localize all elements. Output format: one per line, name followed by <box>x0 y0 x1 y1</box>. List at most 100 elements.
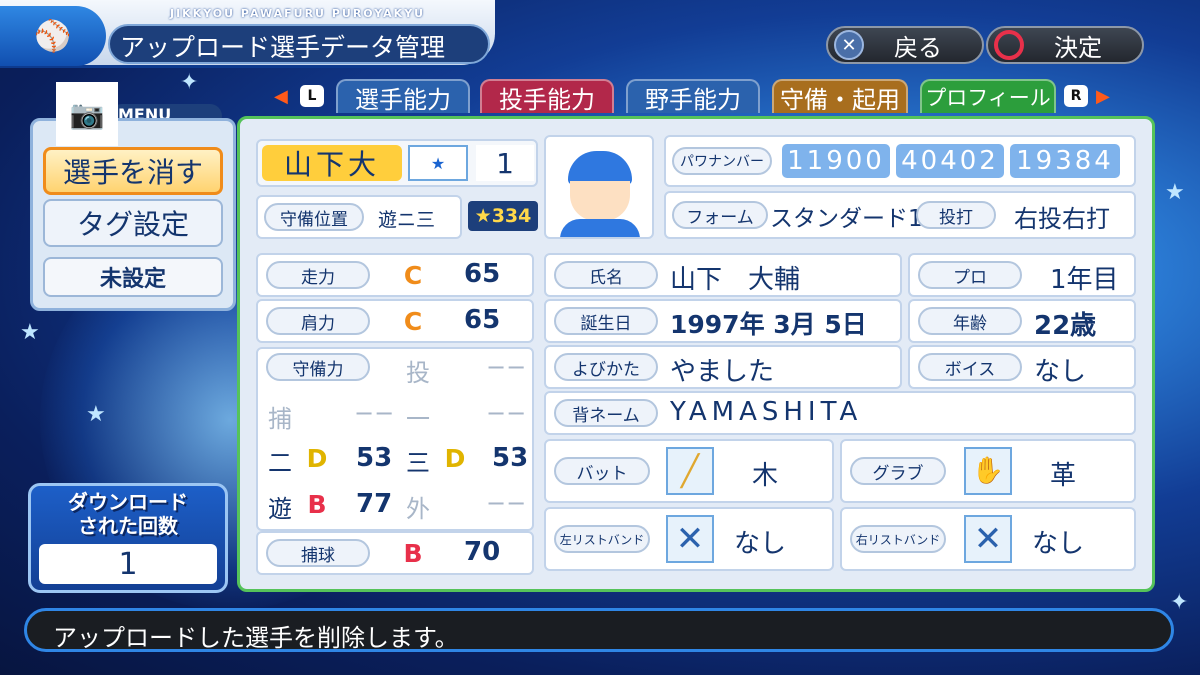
player-avatar <box>544 135 654 239</box>
second-value: 53 <box>356 443 393 473</box>
right-band-row: 右リストバンド ✕ なし <box>840 507 1136 571</box>
catcher-pos: 捕 <box>268 405 292 433</box>
star-icon: ✦ <box>1170 590 1189 615</box>
message-bar: アップロードした選手を削除します。 <box>24 608 1174 652</box>
catching-grade: B <box>403 538 423 568</box>
short-grade: B <box>307 489 327 519</box>
glove-icon: ✋ <box>964 447 1012 495</box>
cross-button-icon: ✕ <box>834 30 864 60</box>
tab-fielder-ability[interactable]: 野手能力 <box>626 79 760 114</box>
delete-player-button[interactable]: 選手を消す <box>43 147 223 195</box>
back-name-label: 背ネーム <box>554 399 658 427</box>
form-label: フォーム <box>672 201 768 229</box>
short-value: 77 <box>356 489 393 519</box>
left-band-label: 左リストバンド <box>554 525 650 553</box>
third-pos: 三 <box>406 449 430 477</box>
player-name: 山下大 <box>262 145 402 181</box>
game-subtitle: JIKKYOU PAWAFURU PUROYAKYU <box>170 7 426 20</box>
face-icon <box>570 181 630 221</box>
team-logo-icon: ★ <box>408 145 468 181</box>
third-grade: D <box>444 443 466 473</box>
star-icon: ✦ <box>180 70 199 95</box>
pawa-number-3: 19384 <box>1010 144 1120 178</box>
star-icon: ★ <box>474 205 492 227</box>
catching-row: 捕球 B 70 <box>256 531 534 575</box>
download-count-label: ダウンロード された回数 <box>68 490 188 538</box>
fullname-label: 氏名 <box>554 261 658 289</box>
pitcher-pos: 投 <box>406 359 430 387</box>
right-band-label: 右リストバンド <box>850 525 946 553</box>
fullname-value: 山下 大輔 <box>670 265 801 295</box>
bat-value: 木 <box>752 461 779 491</box>
confirm-button[interactable]: 決定 <box>986 26 1144 64</box>
pawa-number-row: パワナンバー 11900 40402 19384 <box>664 135 1136 187</box>
r-key-icon: R <box>1064 85 1088 107</box>
reading-row: よびかた やました <box>544 345 902 389</box>
second-grade: D <box>306 443 328 473</box>
birth-value: 1997年 3月 5日 <box>670 310 867 339</box>
l-key-icon: L <box>300 85 324 107</box>
speed-value: 65 <box>464 259 501 289</box>
tab-defense-usage[interactable]: 守備・起用 <box>772 79 908 114</box>
tab-player-ability[interactable]: 選手能力 <box>336 79 470 114</box>
tab-pitcher-ability[interactable]: 投手能力 <box>480 79 614 114</box>
pro-label: プロ <box>918 261 1022 289</box>
arm-label: 肩力 <box>266 307 370 335</box>
voice-row: ボイス なし <box>908 345 1136 389</box>
catching-value: 70 <box>464 537 501 567</box>
tab-right-arrow-icon[interactable]: ▶ <box>1096 86 1110 107</box>
first-value: −− <box>486 399 527 427</box>
bat-row: バット ╱ 木 <box>544 439 834 503</box>
glove-value: 革 <box>1050 461 1077 491</box>
outfield-value: −− <box>486 489 527 517</box>
voice-value: なし <box>1034 357 1087 387</box>
star-icon: ★ <box>20 320 40 345</box>
tab-left-arrow-icon[interactable]: ◀ <box>274 86 288 107</box>
uniform-number: 1 <box>476 145 534 181</box>
pro-row: プロ 1年目 <box>908 253 1136 297</box>
speed-row: 走力 C 65 <box>256 253 534 297</box>
cross-icon: ✕ <box>666 515 714 563</box>
pro-value: 1年目 <box>1050 265 1119 295</box>
voice-label: ボイス <box>918 353 1022 381</box>
position-value: 遊ニ三 <box>378 209 436 231</box>
position-row: 守備位置 遊ニ三 <box>256 195 462 239</box>
defense-block: 守備力 投 −− 捕 −− 一 −− 二 D 53 三 D 53 遊 B 77 … <box>256 347 534 531</box>
birth-row: 誕生日 1997年 3月 5日 <box>544 299 902 343</box>
uniform-icon <box>560 219 640 237</box>
bat-label: バット <box>554 457 650 485</box>
menu-panel: 選手を消す タグ設定 未設定 <box>30 118 236 311</box>
star-icon: ★ <box>1165 180 1185 205</box>
tag-value: 未設定 <box>43 257 223 297</box>
arm-value: 65 <box>464 305 501 335</box>
fullname-row: 氏名 山下 大輔 <box>544 253 902 297</box>
baseball-bat-logo-icon: ⚾ <box>0 6 106 66</box>
circle-button-icon <box>994 30 1024 60</box>
cross-icon: ✕ <box>964 515 1012 563</box>
back-name-row: 背ネーム YAMASHITA <box>544 391 1136 435</box>
arm-row: 肩力 C 65 <box>256 299 534 343</box>
pawa-number-2: 40402 <box>896 144 1004 178</box>
defense-label: 守備力 <box>266 353 370 381</box>
star-icon: ★ <box>86 402 106 427</box>
tab-profile[interactable]: プロフィール <box>920 79 1056 113</box>
catching-label: 捕球 <box>266 539 370 567</box>
age-row: 年齢 22歳 <box>908 299 1136 343</box>
name-row: 山下大 ★ 1 <box>256 139 538 187</box>
download-count-panel: ダウンロード された回数 1 <box>28 483 228 593</box>
glove-row: グラブ ✋ 革 <box>840 439 1136 503</box>
message-text: アップロードした選手を削除します。 <box>53 624 459 652</box>
outfield-pos: 外 <box>406 495 430 523</box>
tag-settings-button[interactable]: タグ設定 <box>43 199 223 247</box>
bat-icon: ╱ <box>666 447 714 495</box>
star-rating-badge: ★ 334 <box>468 201 538 231</box>
throw-bat-value: 右投右打 <box>1014 205 1110 233</box>
speed-label: 走力 <box>266 261 370 289</box>
back-button[interactable]: ✕ 戻る <box>826 26 984 64</box>
screenshot-camera-icon[interactable]: 📷 <box>56 82 118 146</box>
left-band-row: 左リストバンド ✕ なし <box>544 507 834 571</box>
second-pos: 二 <box>268 449 292 477</box>
age-label: 年齢 <box>918 307 1022 335</box>
throw-bat-label: 投打 <box>916 201 996 229</box>
speed-grade: C <box>403 260 423 290</box>
